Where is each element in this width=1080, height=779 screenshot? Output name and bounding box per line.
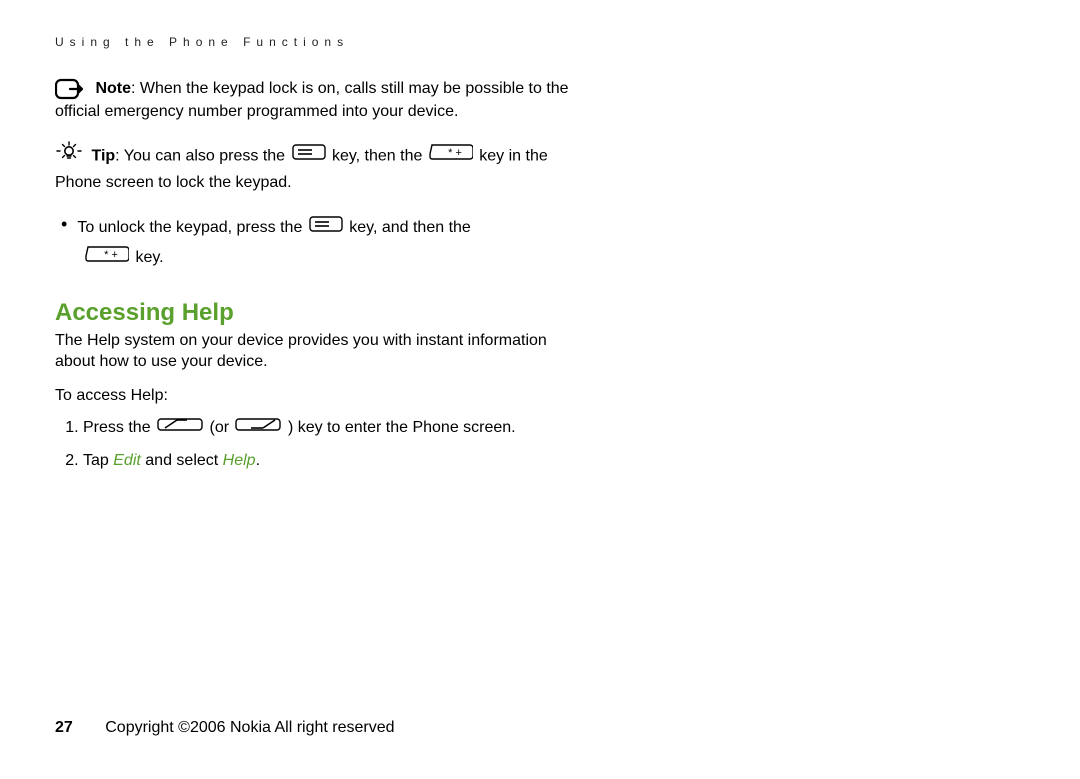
bullet-dot: • [61,214,67,236]
lightbulb-icon [55,141,83,172]
step1-pre: Press the [83,419,155,436]
bullet-tail: key. [135,249,163,266]
step2-edit: Edit [113,452,141,469]
step2-end: . [256,452,260,469]
tip-pre: : You can also press the [115,147,289,164]
svg-text:* +: * + [104,249,118,261]
note-arrow-icon [55,77,85,101]
bullet-block: • To unlock the keypad, press the key, a… [55,214,575,271]
step-2: Tap Edit and select Help. [83,448,575,474]
step1-or: (or [209,419,233,436]
step1-post: ) key to enter the Phone screen. [288,419,516,436]
menu-key-icon [309,214,343,241]
softkey-left-icon [157,415,203,441]
step-1: Press the (or ) key to enter the Phone s… [83,415,575,441]
note-text: : When the keypad lock is on, calls stil… [55,80,569,120]
bullet-pre: To unlock the keypad, press the [77,219,306,236]
running-header: Using the Phone Functions [55,35,575,49]
step2-pre: Tap [83,452,113,469]
note-label: Note [95,80,131,97]
tip-mid: key, then the [332,147,427,164]
section-body: The Help system on your device provides … [55,331,575,373]
page-number: 27 [55,719,73,736]
section-heading: Accessing Help [55,299,575,327]
tip-label: Tip [91,147,115,164]
tip-block: Tip: You can also press the key, then th… [55,141,575,197]
menu-key-icon [292,144,326,169]
steps-list: Press the (or ) key to enter the Phone s… [55,415,575,474]
copyright-text: Copyright ©2006 Nokia All right reserved [105,719,394,736]
softkey-right-icon [235,415,281,441]
page-footer: 27 Copyright ©2006 Nokia All right reser… [55,719,395,737]
note-block: Note: When the keypad lock is on, calls … [55,77,575,123]
svg-text:* +: * + [448,147,462,159]
manual-page: Using the Phone Functions Note: When the… [0,0,630,474]
star-key-icon: * + [429,144,473,169]
star-key-icon: * + [85,244,129,271]
step2-help: Help [223,452,256,469]
step2-mid: and select [141,452,223,469]
to-access-label: To access Help: [55,387,575,405]
bullet-mid: key, and then the [349,219,471,236]
